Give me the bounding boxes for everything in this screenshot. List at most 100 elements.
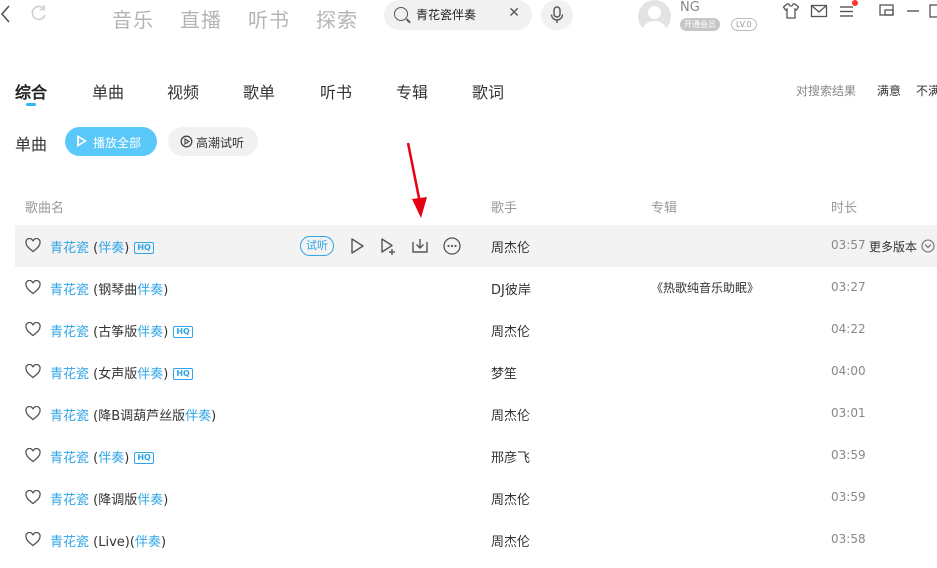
- song-row[interactable]: 青花瓷 (降B调葫芦丝版伴奏) 周杰伦 03:01: [15, 393, 937, 435]
- song-suffix: (: [89, 241, 99, 256]
- heart-icon[interactable]: [25, 364, 41, 379]
- heart-icon[interactable]: [25, 238, 41, 253]
- song-title[interactable]: 青花瓷 (女声版伴奏) HQ: [50, 363, 193, 382]
- feedback-unsatisfied-button[interactable]: 不满: [916, 82, 937, 99]
- duration: 04:00: [831, 364, 866, 378]
- column-header-song[interactable]: 歌曲名: [25, 197, 64, 216]
- heart-icon[interactable]: [25, 448, 41, 463]
- hq-badge: HQ: [134, 452, 154, 464]
- back-icon[interactable]: [0, 4, 12, 27]
- search-box[interactable]: 青花瓷伴奏 ✕: [384, 0, 532, 30]
- annotation-arrow-icon: [406, 142, 427, 218]
- refresh-icon[interactable]: [30, 4, 48, 27]
- nav-explore[interactable]: 探索: [316, 4, 384, 33]
- trial-listen-button[interactable]: 试听: [300, 236, 334, 256]
- mail-icon[interactable]: [810, 2, 828, 20]
- song-title[interactable]: 青花瓷 (Live)(伴奏): [50, 531, 166, 550]
- duration: 03:58: [831, 532, 866, 546]
- skin-icon[interactable]: [782, 2, 800, 20]
- artist-link[interactable]: 邢彦飞: [491, 447, 530, 466]
- more-versions-button[interactable]: 更多版本: [869, 238, 935, 255]
- artist-link[interactable]: 周杰伦: [491, 531, 530, 550]
- song-title[interactable]: 青花瓷 (降B调葫芦丝版伴奏): [50, 405, 216, 424]
- level-badge: LV.0: [731, 18, 757, 31]
- heart-icon[interactable]: [25, 322, 41, 337]
- song-row[interactable]: 青花瓷 (Live)(伴奏) 周杰伦 03:58: [15, 519, 937, 561]
- play-icon[interactable]: [347, 236, 367, 256]
- feedback-prompt: 对搜索结果: [796, 84, 857, 98]
- nav-audiobook[interactable]: 听书: [248, 4, 316, 33]
- artist-link[interactable]: DJ彼岸: [491, 279, 531, 298]
- artist-link[interactable]: 周杰伦: [491, 321, 530, 340]
- heart-icon[interactable]: [25, 280, 41, 295]
- active-tab-indicator: [26, 103, 36, 106]
- song-title[interactable]: 青花瓷 (降调版伴奏): [50, 489, 168, 508]
- username[interactable]: NG: [680, 0, 700, 15]
- vip-badge[interactable]: 开通会员: [680, 18, 720, 31]
- voice-search-button[interactable]: [541, 0, 573, 30]
- heart-icon[interactable]: [25, 532, 41, 547]
- search-input[interactable]: 青花瓷伴奏: [416, 6, 476, 23]
- album-link[interactable]: 《热歌纯音乐助眠》: [651, 279, 759, 296]
- song-title[interactable]: 青花瓷 (钢琴曲伴奏): [50, 279, 168, 298]
- heart-icon[interactable]: [25, 490, 41, 505]
- song-suffix-highlight: 伴奏: [137, 367, 164, 382]
- avatar[interactable]: [638, 0, 671, 33]
- song-row[interactable]: 青花瓷 (女声版伴奏) HQ 梦笙 04:00: [15, 351, 937, 393]
- artist-link[interactable]: 周杰伦: [491, 489, 530, 508]
- song-name: 青花瓷: [50, 325, 90, 340]
- hq-badge: HQ: [173, 368, 193, 380]
- column-header-album[interactable]: 专辑: [651, 197, 677, 216]
- play-all-button[interactable]: 播放全部: [65, 127, 157, 156]
- song-title[interactable]: 青花瓷 (伴奏) HQ: [50, 237, 154, 256]
- minimize-icon[interactable]: [904, 2, 922, 20]
- song-title[interactable]: 青花瓷 (古筝版伴奏) HQ: [50, 321, 193, 340]
- song-row[interactable]: 青花瓷 (降调版伴奏) 周杰伦 03:59: [15, 477, 937, 519]
- mini-mode-icon[interactable]: [878, 2, 896, 20]
- song-suffix: (降调版: [89, 493, 138, 508]
- highlight-preview-button[interactable]: 高潮试听: [168, 127, 258, 156]
- more-options-icon[interactable]: [442, 236, 462, 256]
- add-to-playlist-icon[interactable]: [378, 236, 398, 256]
- tab-songs[interactable]: 单曲: [92, 79, 124, 103]
- tab-videos[interactable]: 视频: [167, 79, 199, 103]
- song-suffix: (降B调葫芦丝版: [89, 409, 186, 424]
- maximize-icon[interactable]: [928, 2, 937, 20]
- column-header-artist[interactable]: 歌手: [491, 197, 517, 216]
- song-suffix: (古筝版: [89, 325, 138, 340]
- song-suffix-end: ): [160, 535, 167, 550]
- artist-link[interactable]: 周杰伦: [491, 405, 530, 424]
- song-suffix: (女声版: [89, 367, 138, 382]
- song-row[interactable]: 青花瓷 (钢琴曲伴奏) DJ彼岸 《热歌纯音乐助眠》 03:27: [15, 267, 937, 309]
- tab-audiobooks[interactable]: 听书: [320, 79, 352, 103]
- tab-all[interactable]: 综合: [15, 79, 47, 103]
- song-suffix-end: ): [211, 409, 217, 424]
- song-name: 青花瓷: [50, 409, 90, 424]
- song-suffix-highlight: 伴奏: [137, 283, 164, 298]
- song-row[interactable]: 青花瓷 (伴奏) HQ 邢彦飞 03:59: [15, 435, 937, 477]
- microphone-icon: [550, 6, 564, 23]
- nav-music[interactable]: 音乐: [112, 4, 180, 33]
- artist-link[interactable]: 梦笙: [491, 363, 517, 382]
- main-nav: 音乐 直播 听书 探索: [112, 4, 384, 33]
- clear-search-icon[interactable]: ✕: [508, 5, 520, 21]
- column-header-duration[interactable]: 时长: [831, 197, 857, 216]
- notification-dot: [852, 0, 858, 6]
- song-row[interactable]: 青花瓷 (古筝版伴奏) HQ 周杰伦 04:22: [15, 309, 937, 351]
- song-suffix-end: ): [163, 367, 169, 382]
- download-icon[interactable]: [410, 236, 430, 256]
- song-title[interactable]: 青花瓷 (伴奏) HQ: [50, 447, 154, 466]
- artist-link[interactable]: 周杰伦: [491, 237, 530, 256]
- tab-playlists[interactable]: 歌单: [243, 79, 275, 103]
- feedback-satisfied-button[interactable]: 满意: [877, 82, 901, 99]
- song-suffix-end: ): [124, 451, 130, 466]
- play-all-label: 播放全部: [93, 136, 142, 150]
- song-suffix-highlight: 伴奏: [98, 241, 125, 256]
- hq-badge: HQ: [134, 242, 154, 254]
- heart-icon[interactable]: [25, 406, 41, 421]
- tab-albums[interactable]: 专辑: [396, 79, 428, 103]
- song-row[interactable]: 青花瓷 (伴奏) HQ 试听 周杰伦 03:57 更多版本: [15, 225, 937, 267]
- nav-live[interactable]: 直播: [180, 4, 248, 33]
- tab-lyrics[interactable]: 歌词: [472, 79, 504, 103]
- song-name: 青花瓷: [50, 283, 90, 298]
